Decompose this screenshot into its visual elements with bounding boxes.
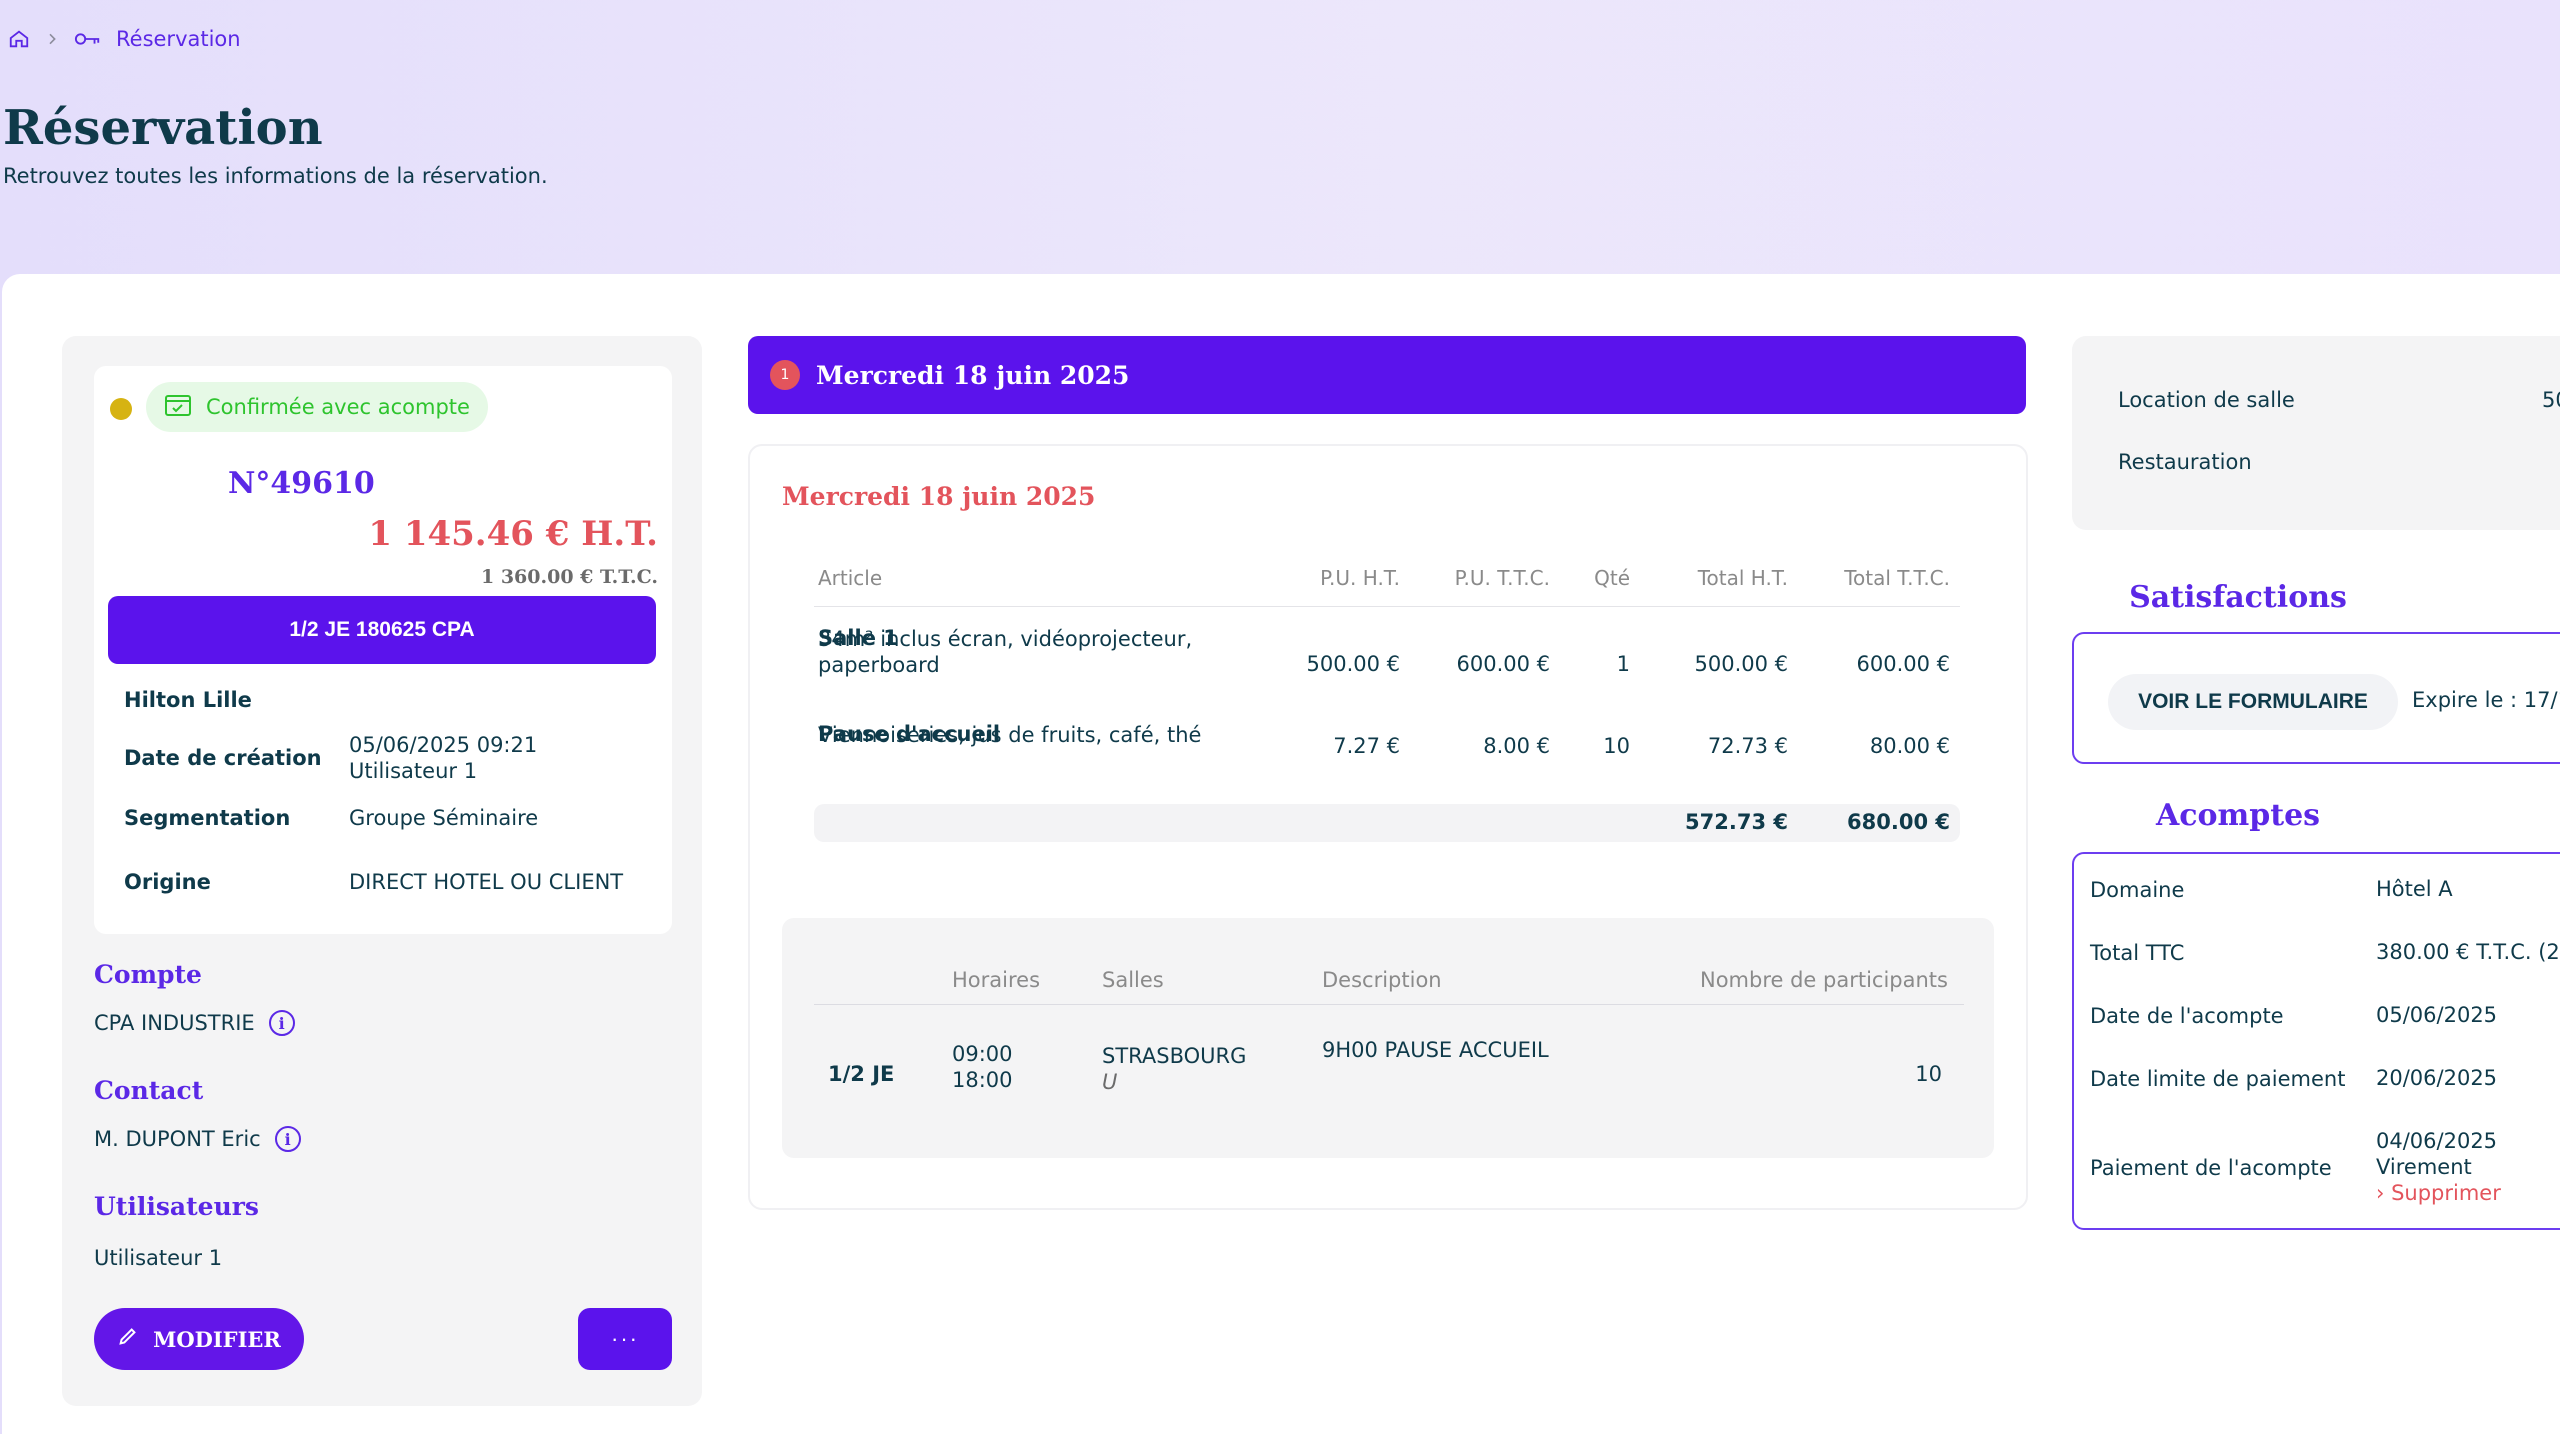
- day-count-badge: 1: [770, 360, 800, 390]
- total-ht-cell: 500.00 €: [1694, 652, 1788, 676]
- day-card-title: Mercredi 18 juin 2025: [782, 482, 1096, 511]
- modify-button[interactable]: MODIFIER: [94, 1308, 304, 1370]
- day-header-bar[interactable]: 1 Mercredi 18 juin 2025: [748, 336, 2026, 414]
- qty-cell: 10: [1603, 734, 1630, 758]
- acompte-total-value: 380.00 € T.T.C. (27.9: [2376, 940, 2560, 964]
- col-description: Description: [1322, 968, 1442, 992]
- key-icon: [74, 30, 102, 48]
- summary-room-value: 50: [2542, 388, 2560, 412]
- total-ht-cell: 72.73 €: [1707, 734, 1788, 758]
- article-total-row: 572.73 € 680.00 €: [814, 804, 1960, 842]
- satisfactions-card: VOIR LE FORMULAIRE Expire le : 17/1: [2072, 632, 2560, 764]
- detail-label: Date de création: [124, 746, 322, 770]
- acompte-domain-label: Domaine: [2090, 878, 2185, 902]
- acomptes-heading: Acomptes: [2155, 798, 2321, 833]
- breadcrumb-current[interactable]: Réservation: [116, 27, 241, 51]
- status-label: Confirmée avec acompte: [206, 395, 470, 419]
- schedule-header: Horaires Salles Description Nombre de pa…: [814, 954, 1964, 1005]
- reservation-number: N°49610: [228, 466, 375, 501]
- contact-heading: Contact: [94, 1076, 204, 1105]
- schedule-description: 9H00 PAUSE ACCUEIL: [1322, 1038, 1549, 1062]
- total-ttc-cell: 600.00 €: [1856, 652, 1950, 676]
- schedule-participants: 10: [1915, 1062, 1942, 1086]
- qty-cell: 1: [1616, 652, 1630, 676]
- acompte-payment-date: 04/06/2025: [2376, 1129, 2498, 1153]
- col-pu-ttc: P.U. T.T.C.: [1454, 566, 1550, 590]
- users-heading: Utilisateurs: [94, 1192, 259, 1221]
- day-card: Mercredi 18 juin 2025 Article P.U. H.T. …: [748, 444, 2028, 1210]
- schedule-room-layout: U: [1102, 1070, 1118, 1094]
- acompte-date-value: 05/06/2025: [2376, 1003, 2498, 1027]
- day-header-title: Mercredi 18 juin 2025: [816, 360, 1130, 390]
- page: Réservation Réservation Retrouvez toutes…: [0, 0, 2560, 1434]
- total-ttc-cell: 80.00 €: [1869, 734, 1950, 758]
- delete-payment-link[interactable]: › Supprimer: [2376, 1180, 2501, 1206]
- article-desc: 34m² inclus écran, vidéoprojecteur, pape…: [818, 627, 1193, 677]
- acompte-payment-label: Paiement de l'acompte: [2090, 1156, 2332, 1180]
- contact-row: M. DUPONT Eric i: [94, 1126, 301, 1152]
- pu-ttc-cell: 600.00 €: [1456, 652, 1550, 676]
- col-salles: Salles: [1102, 968, 1164, 992]
- schedule-label: 1/2 JE: [828, 1062, 895, 1086]
- acomptes-card: Domaine Hôtel A Total TTC 380.00 € T.T.C…: [2072, 852, 2560, 1230]
- sum-total-ht: 572.73 €: [1685, 810, 1788, 834]
- status-dot: [110, 398, 132, 420]
- article-table-header: Article P.U. H.T. P.U. T.T.C. Qté Total …: [814, 566, 1960, 607]
- schedule-table: Horaires Salles Description Nombre de pa…: [782, 918, 1994, 1158]
- schedule-end: 18:00: [952, 1068, 1013, 1092]
- summary-room-label: Location de salle: [2118, 388, 2295, 412]
- modify-label: MODIFIER: [153, 1326, 281, 1352]
- schedule-room: STRASBOURG: [1102, 1044, 1247, 1068]
- summary-food-label: Restauration: [2118, 450, 2252, 474]
- pencil-icon: [117, 1325, 139, 1353]
- acompte-deadline-label: Date limite de paiement: [2090, 1067, 2346, 1091]
- view-form-button[interactable]: VOIR LE FORMULAIRE: [2108, 674, 2398, 730]
- info-icon[interactable]: i: [268, 1010, 295, 1036]
- info-icon[interactable]: i: [274, 1126, 301, 1152]
- account-row: CPA INDUSTRIE i: [94, 1010, 295, 1036]
- status-badge: Confirmée avec acompte: [146, 382, 488, 432]
- form-expiry: Expire le : 17/1: [2412, 688, 2560, 712]
- col-horaires: Horaires: [952, 968, 1041, 992]
- col-qty: Qté: [1594, 566, 1630, 590]
- acompte-domain-value: Hôtel A: [2376, 877, 2453, 901]
- acompte-payment-method: Virement: [2376, 1155, 2472, 1179]
- account-heading: Compte: [94, 960, 202, 989]
- detail-value: Groupe Séminaire: [349, 806, 539, 830]
- hotel-name: Hilton Lille: [124, 688, 252, 712]
- summary-card: Location de salle 50 Restauration: [2072, 336, 2560, 530]
- pu-ht-cell: 500.00 €: [1306, 652, 1400, 676]
- acompte-date-label: Date de l'acompte: [2090, 1004, 2284, 1028]
- price-ttc: 1 360.00 € T.T.C.: [480, 566, 658, 588]
- schedule-start: 09:00: [952, 1042, 1013, 1066]
- satisfactions-heading: Satisfactions: [2129, 580, 2347, 615]
- pu-ht-cell: 7.27 €: [1333, 734, 1400, 758]
- users-value: Utilisateur 1: [94, 1246, 223, 1270]
- col-article: Article: [818, 566, 883, 590]
- detail-label: Segmentation: [124, 806, 291, 830]
- home-icon[interactable]: [8, 28, 30, 50]
- col-pu-ht: P.U. H.T.: [1320, 566, 1400, 590]
- page-subtitle: Retrouvez toutes les informations de la …: [3, 164, 548, 188]
- more-actions-button[interactable]: ···: [578, 1308, 672, 1370]
- page-title: Réservation: [3, 100, 323, 156]
- detail-value: DIRECT HOTEL OU CLIENT: [349, 870, 624, 894]
- reservation-panel: Confirmée avec acompte N°49610 1 145.46 …: [62, 336, 702, 1406]
- chevron-right-icon: [44, 31, 60, 47]
- account-name[interactable]: CPA INDUSTRIE: [94, 1011, 255, 1035]
- article-desc: Viennoiseries, jus de fruits, café, thé: [818, 723, 1202, 747]
- pu-ttc-cell: 8.00 €: [1483, 734, 1550, 758]
- detail-label: Origine: [124, 870, 211, 894]
- calendar-check-icon: [164, 393, 192, 422]
- acompte-deadline-value: 20/06/2025: [2376, 1066, 2498, 1090]
- breadcrumb: Réservation: [8, 24, 241, 54]
- col-total-ht: Total H.T.: [1697, 566, 1788, 590]
- acompte-total-label: Total TTC: [2090, 941, 2185, 965]
- reservation-code-button[interactable]: 1/2 JE 180625 CPA: [108, 596, 656, 664]
- contact-name[interactable]: M. DUPONT Eric: [94, 1127, 261, 1151]
- col-participants: Nombre de participants: [1699, 968, 1948, 992]
- price-ht: 1 145.46 € H.T.: [368, 514, 658, 554]
- reservation-card: Confirmée avec acompte N°49610 1 145.46 …: [94, 366, 672, 934]
- detail-value: 05/06/2025 09:21 Utilisateur 1: [349, 733, 538, 783]
